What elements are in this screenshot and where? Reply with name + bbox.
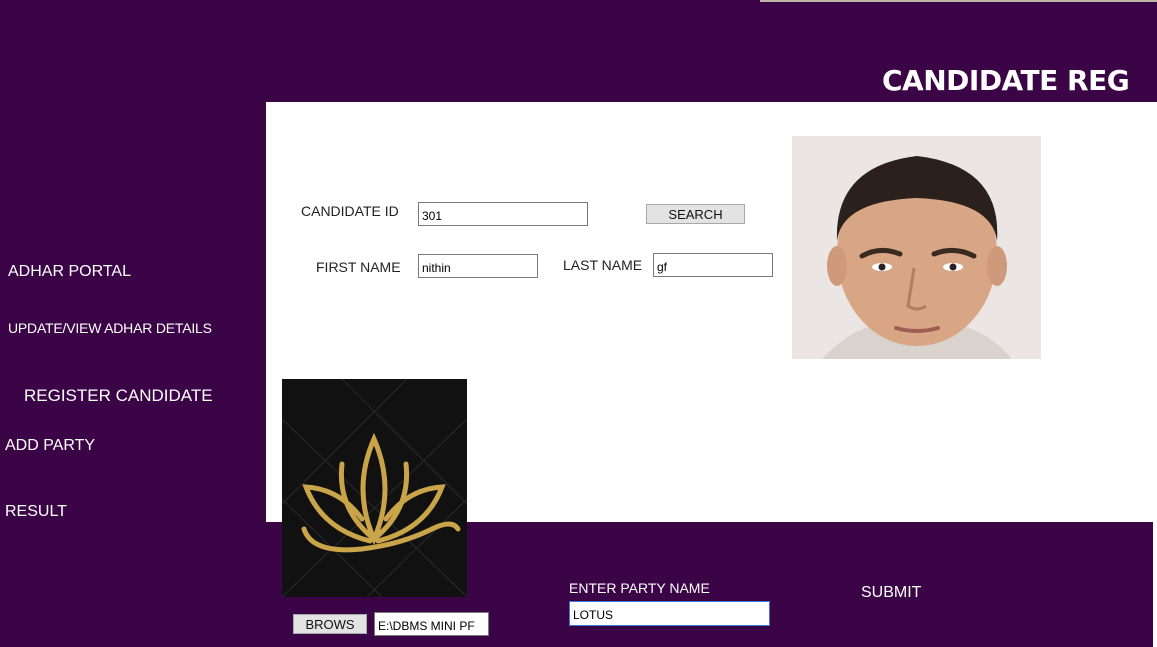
last-name-input[interactable] <box>653 253 773 277</box>
sidebar-item-result[interactable]: RESULT <box>5 503 67 521</box>
last-name-label: LAST NAME <box>563 257 643 273</box>
party-logo <box>282 379 467 597</box>
browse-button[interactable]: BROWS <box>293 614 367 634</box>
candidate-photo <box>792 136 1041 359</box>
first-name-label: FIRST NAME <box>316 259 401 275</box>
candidate-id-input[interactable] <box>418 202 588 226</box>
first-name-input[interactable] <box>418 254 538 278</box>
sidebar-item-update-view-adhar-details[interactable]: UPDATE/VIEW ADHAR DETAILS <box>8 320 212 336</box>
search-button[interactable]: SEARCH <box>646 204 745 224</box>
candidate-id-label: CANDIDATE ID <box>301 203 399 219</box>
window-top-edge <box>760 0 1157 2</box>
sidebar-item-add-party[interactable]: ADD PARTY <box>5 437 95 455</box>
lotus-logo-icon <box>282 379 467 597</box>
panel-edge <box>1153 522 1157 647</box>
submit-button[interactable]: SUBMIT <box>861 584 921 602</box>
person-photo-icon <box>792 136 1041 359</box>
file-path-input[interactable] <box>374 612 489 636</box>
page-title: CANDIDATE REG <box>882 64 1130 97</box>
sidebar-item-register-candidate[interactable]: REGISTER CANDIDATE <box>24 386 213 406</box>
party-name-label: ENTER PARTY NAME <box>569 580 710 596</box>
sidebar-item-adhar-portal[interactable]: ADHAR PORTAL <box>8 263 131 281</box>
party-name-input[interactable] <box>569 601 770 626</box>
